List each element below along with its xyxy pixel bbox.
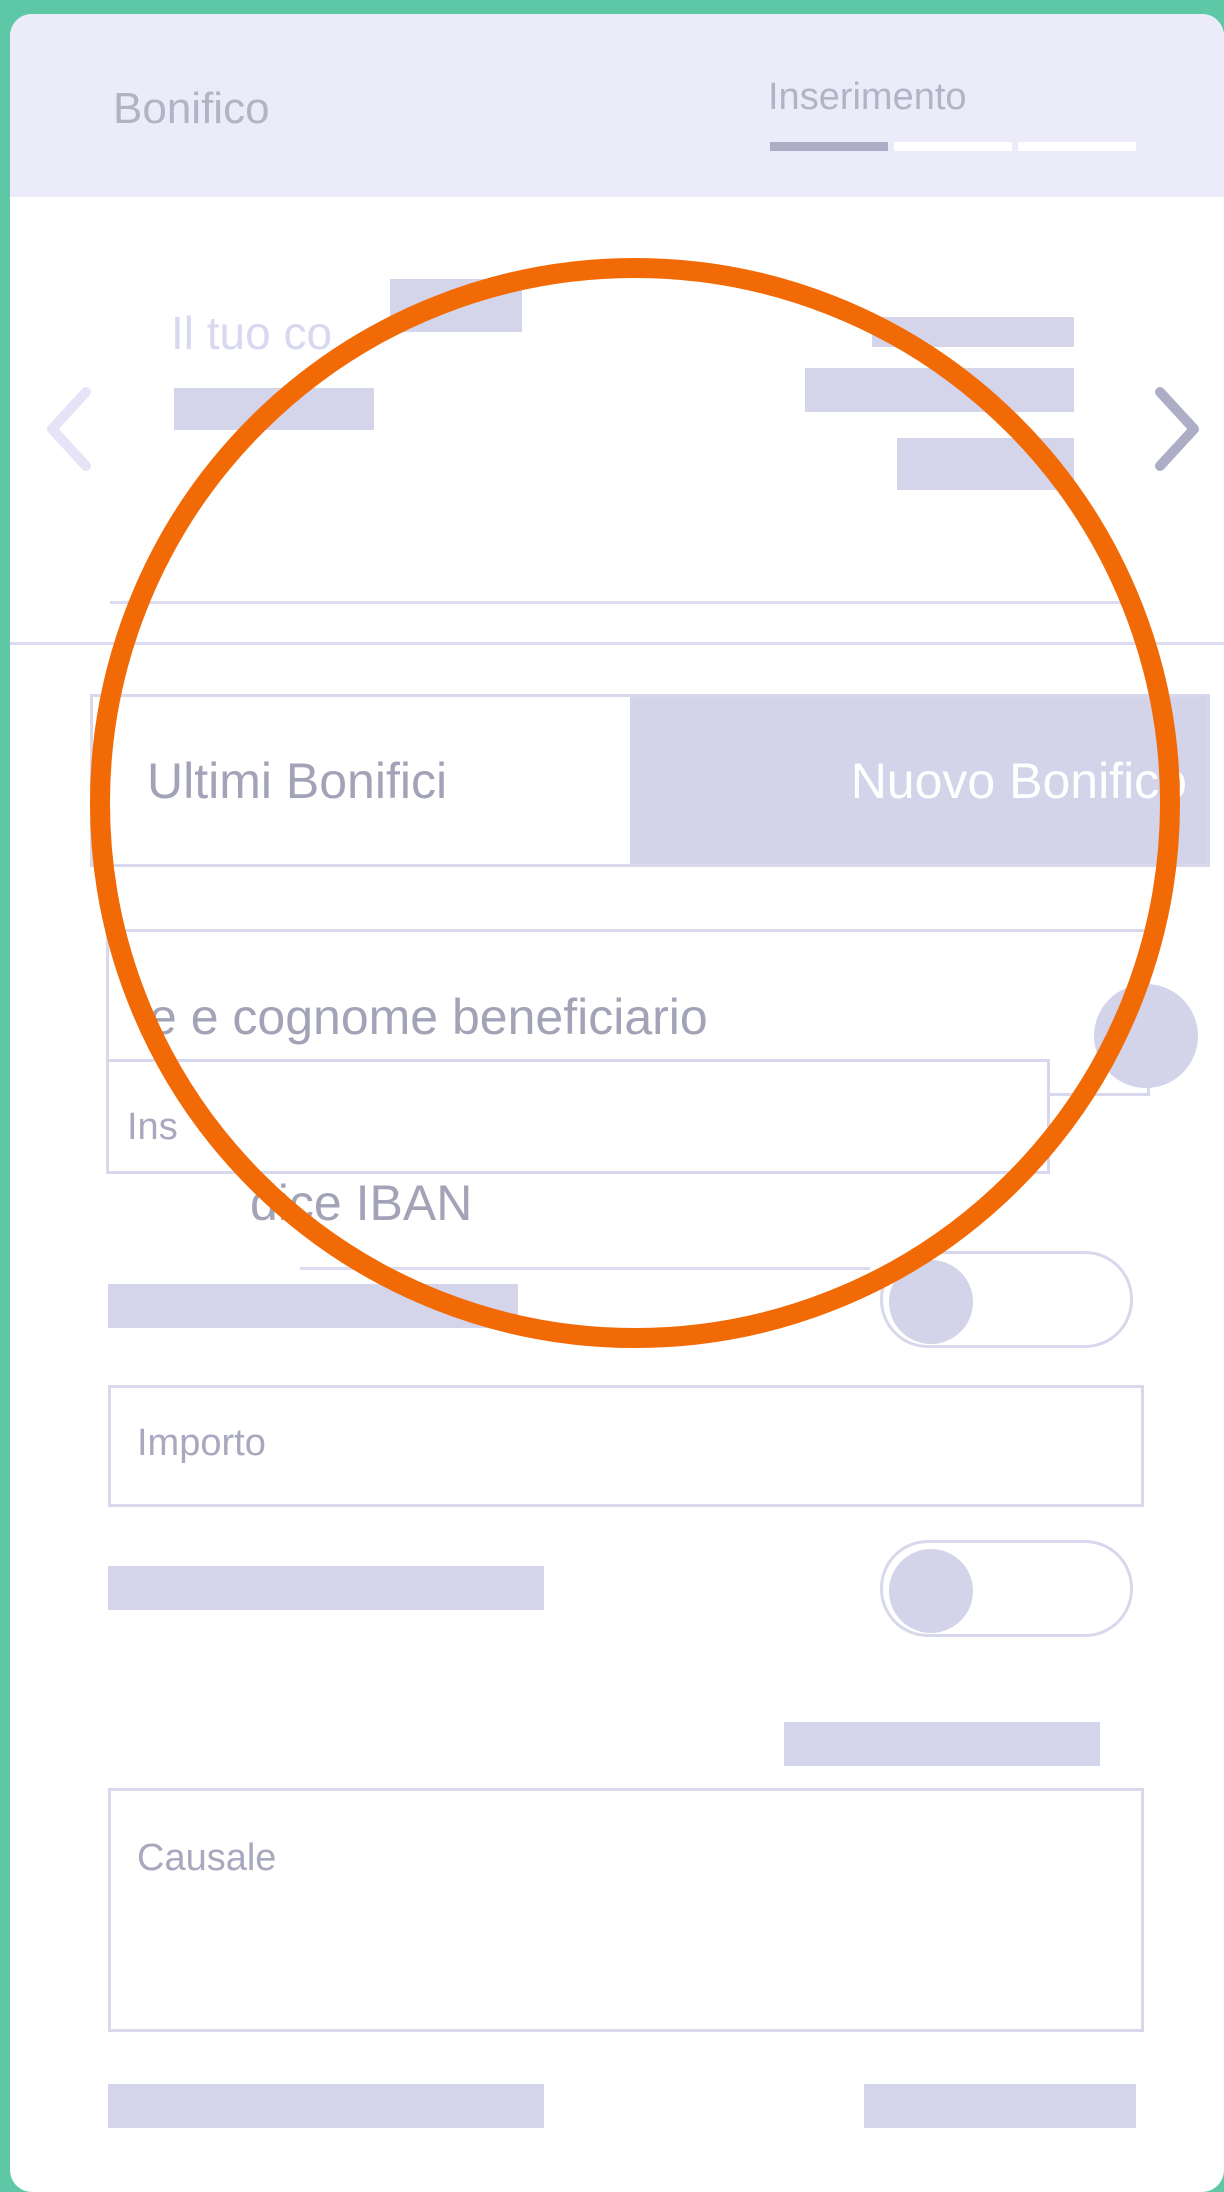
account-label: Il tuo co bbox=[171, 307, 333, 359]
divider bbox=[10, 642, 1224, 645]
reason-field[interactable]: Causale bbox=[108, 1788, 1144, 2032]
reason-placeholder: Causale bbox=[137, 1837, 277, 1879]
page-title: Bonifico bbox=[113, 84, 270, 133]
step-label: Inserimento bbox=[768, 76, 967, 118]
transfer-card: Bonifico Inserimento Il tuo co Ultimi Bo… bbox=[10, 14, 1224, 2192]
contacts-button[interactable] bbox=[1094, 984, 1198, 1088]
balance-value-placeholder bbox=[805, 368, 1074, 412]
chevron-left-icon[interactable] bbox=[40, 384, 96, 479]
transfer-tabs: Ultimi Bonifici Nuovo Bonifico bbox=[90, 694, 1210, 867]
tab-recent-transfers[interactable]: Ultimi Bonifici bbox=[93, 697, 630, 864]
chevron-right-icon[interactable] bbox=[1150, 384, 1206, 479]
toggle-2-label-placeholder bbox=[108, 1566, 544, 1610]
balance-label-placeholder bbox=[872, 317, 1074, 347]
amount-placeholder: Importo bbox=[137, 1422, 266, 1464]
footer-left-placeholder bbox=[108, 2084, 544, 2128]
toggle-1-knob bbox=[889, 1260, 973, 1344]
account-name-placeholder bbox=[390, 279, 522, 332]
reason-counter-placeholder bbox=[784, 1722, 1100, 1766]
toggle-2-knob bbox=[889, 1549, 973, 1633]
header: Bonifico Inserimento bbox=[10, 14, 1224, 197]
step-indicator-2 bbox=[894, 142, 1012, 151]
toggle-1-label-placeholder bbox=[108, 1284, 518, 1328]
account-number-placeholder bbox=[174, 388, 374, 430]
beneficiary-field-small-label: Ins bbox=[127, 1106, 178, 1148]
iban-label: dice IBAN bbox=[250, 1175, 473, 1231]
toggle-1[interactable] bbox=[880, 1251, 1133, 1348]
beneficiary-field-small[interactable]: Ins bbox=[106, 1059, 1050, 1174]
divider-lens bbox=[110, 601, 1140, 604]
amount-field[interactable]: Importo bbox=[108, 1385, 1144, 1507]
footer-right-placeholder[interactable] bbox=[864, 2084, 1136, 2128]
step-indicator-1 bbox=[770, 142, 888, 151]
beneficiary-name-label: e e cognome beneficiario bbox=[149, 989, 708, 1045]
iban-underline bbox=[300, 1267, 870, 1270]
tab-new-transfer[interactable]: Nuovo Bonifico bbox=[630, 697, 1207, 864]
balance-date-placeholder bbox=[897, 438, 1074, 490]
step-indicator-3 bbox=[1018, 142, 1136, 151]
toggle-2[interactable] bbox=[880, 1540, 1133, 1637]
